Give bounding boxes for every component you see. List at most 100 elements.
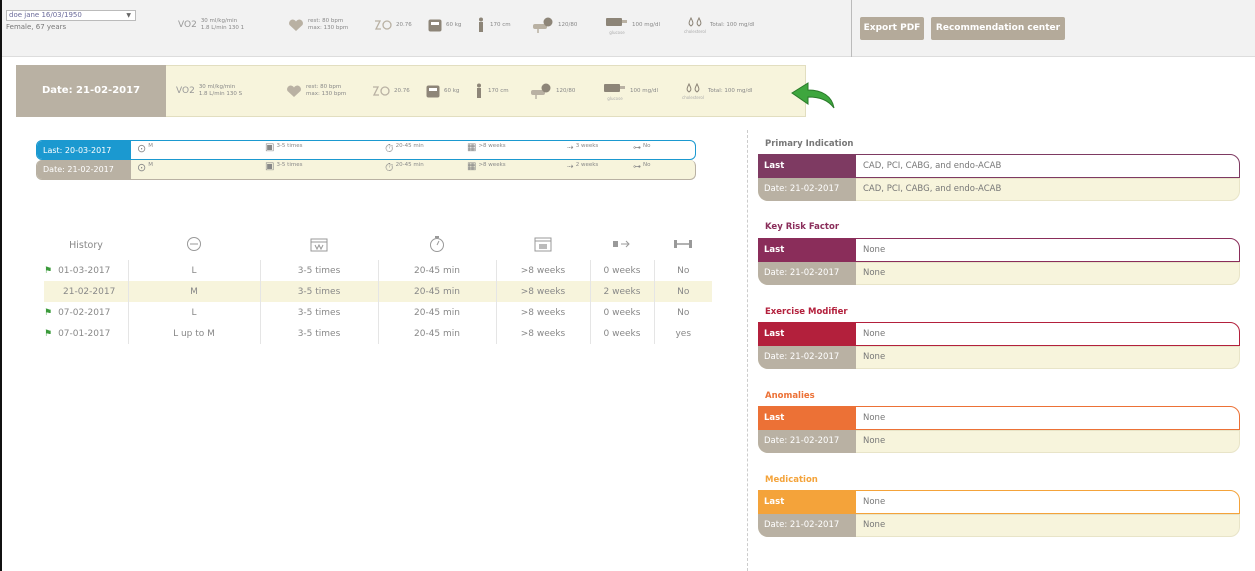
cholesterol-value: Total: 100 mg/dl	[709, 21, 755, 28]
section-date-row: Date: 21-02-2017 CAD, PCI, CABG, and endo…	[758, 178, 1240, 201]
section-date-label: Date: 21-02-2017	[758, 514, 856, 537]
section-date-label: Date: 21-02-2017	[758, 430, 856, 453]
export-pdf-button[interactable]: Export PDF	[860, 17, 924, 40]
recommendation-center-button[interactable]: Recommendation center	[931, 17, 1065, 40]
history-progression: 0 weeks	[589, 260, 654, 281]
section-date-label: Date: 21-02-2017	[758, 346, 856, 369]
section-exercise-modifier[interactable]: Last None Date: 21-02-2017 None	[758, 322, 1240, 369]
compare-program-value: >8 weeks	[478, 143, 506, 149]
section-last-label: Last	[758, 406, 856, 430]
dumbbell-icon	[674, 239, 692, 248]
stopwatch-icon: ⏱	[385, 161, 394, 174]
blood-pressure-icon	[533, 17, 553, 33]
chevron-down-icon: ▼	[126, 12, 131, 19]
frequency-header	[260, 230, 378, 260]
history-date-cell: ⚑ 07-02-2017	[44, 302, 128, 323]
history-progression: 0 weeks	[589, 302, 654, 323]
section-title-exercise-modifier: Exercise Modifier	[765, 307, 848, 317]
history-duration: 20-45 min	[377, 281, 496, 302]
section-last-row: Last None	[758, 490, 1240, 514]
section-last-label: Last	[758, 154, 856, 178]
history-progression: 2 weeks	[589, 281, 654, 302]
progression-icon: ⇢	[567, 143, 574, 152]
intensity-icon: ⊙	[137, 142, 147, 155]
date-bp-value: 120/80	[556, 87, 576, 94]
section-last-value: None	[863, 413, 886, 423]
section-key-risk-factor[interactable]: Last None Date: 21-02-2017 None	[758, 238, 1240, 285]
patient-select[interactable]: doe jane 16/03/1950 ▼	[6, 10, 136, 21]
compare-frequency-value: 3-5 times	[276, 143, 303, 149]
section-date-label: Date: 21-02-2017	[758, 178, 856, 201]
vo2-sub: 1.8 L/min 130 1	[200, 25, 245, 31]
glucose-meter-icon	[604, 83, 625, 92]
calendar-grid-icon: ▦	[467, 142, 477, 153]
section-date-label: Date: 21-02-2017	[758, 262, 856, 285]
compare-intensity-value: M	[148, 162, 153, 168]
cholesterol-label: cholesterol	[684, 28, 706, 34]
history-duration: 20-45 min	[377, 323, 496, 344]
progression-header	[590, 230, 654, 260]
stopwatch-icon: ⏱	[385, 142, 394, 155]
bmi-metric: 20.76	[374, 10, 412, 40]
section-title-key-risk-factor: Key Risk Factor	[765, 222, 840, 232]
table-row[interactable]: ⚑ 07-02-2017 L 3-5 times 20-45 min >8 wee…	[44, 302, 712, 323]
date-metrics-row: VO2 30 ml/kg/min 1.8 L/min 130 S rest: 80…	[176, 76, 796, 106]
compare-row-date[interactable]: Date: 21-02-2017 ⊙ M ▣ 3-5 times ⏱ 20-45 mi…	[36, 160, 696, 180]
history-intensity: L up to M	[127, 323, 260, 344]
section-anomalies[interactable]: Last None Date: 21-02-2017 None	[758, 406, 1240, 453]
history-table: History ⚑ 01-03-2017 L 3-5 times 20-45 mi…	[44, 230, 712, 344]
history-frequency: 3-5 times	[259, 260, 378, 281]
history-frequency: 3-5 times	[259, 281, 378, 302]
selected-date-label: Date: 21-02-2017	[16, 65, 166, 117]
section-last-row: Last CAD, PCI, CABG, and endo-ACAB	[758, 154, 1240, 178]
duration-header	[378, 230, 496, 260]
section-date-value: CAD, PCI, CABG, and endo-ACAB	[863, 184, 1002, 194]
date-vo2-value: 30 ml/kg/min	[198, 84, 236, 90]
blood-pressure-icon	[531, 83, 551, 99]
section-primary-indication[interactable]: Last CAD, PCI, CABG, and endo-ACAB Date: …	[758, 154, 1240, 201]
section-title-anomalies: Anomalies	[765, 391, 815, 401]
bmi-value: 20.76	[396, 21, 412, 28]
compare-row-last[interactable]: Last: 20-03-2017 ⊙ M ▣ 3-5 times ⏱ 20-45 mi…	[36, 140, 696, 160]
section-last-label: Last	[758, 490, 856, 514]
scale-icon	[426, 85, 440, 97]
compare-program-value: >8 weeks	[478, 162, 506, 168]
drops-icon	[688, 16, 702, 27]
compare-last-label: Last: 20-03-2017	[37, 141, 131, 159]
history-program: >8 weeks	[495, 260, 590, 281]
table-row[interactable]: ⚑ 07-01-2017 L up to M 3-5 times 20-45 mi…	[44, 323, 712, 344]
compare-resistance-value: No	[643, 162, 651, 168]
compare-date-label: Date: 21-02-2017	[37, 160, 131, 179]
section-date-value: None	[863, 352, 886, 362]
bmi-icon	[372, 86, 390, 96]
compare-intensity-value: M	[148, 143, 153, 149]
back-arrow-icon[interactable]	[790, 78, 840, 110]
history-progression: 0 weeks	[589, 323, 654, 344]
compare-intensity: ⊙ M	[137, 143, 153, 159]
history-program: >8 weeks	[495, 323, 590, 344]
table-row[interactable]: 21-02-2017 M 3-5 times 20-45 min >8 week…	[44, 281, 712, 302]
history-intensity: L	[127, 260, 260, 281]
date-vo2-sub: 1.8 L/min 130 S	[198, 91, 243, 97]
section-date-row: Date: 21-02-2017 None	[758, 346, 1240, 369]
person-height-icon	[477, 83, 481, 98]
section-date-value: None	[863, 268, 886, 278]
section-date-row: Date: 21-02-2017 None	[758, 514, 1240, 537]
history-date-cell: 21-02-2017	[44, 281, 128, 302]
date-cholesterol-metric: cholesterol Total: 100 mg/dl	[682, 76, 752, 106]
history-date: 21-02-2017	[63, 286, 116, 297]
intensity-icon	[187, 236, 201, 251]
program-header	[496, 230, 590, 260]
history-resistance: No	[653, 281, 712, 302]
section-medication[interactable]: Last None Date: 21-02-2017 None	[758, 490, 1240, 537]
date-vo2-metric: VO2 30 ml/kg/min 1.8 L/min 130 S	[176, 76, 242, 106]
section-last-value: None	[863, 245, 886, 255]
calendar-icon: ▣	[265, 142, 275, 153]
history-date: 07-01-2017	[58, 328, 111, 339]
date-weight-metric: 60 kg	[426, 76, 459, 106]
flag-icon: ⚑	[44, 328, 53, 339]
calendar-icon	[310, 238, 328, 251]
compare-program: ▦ >8 weeks	[467, 143, 506, 159]
table-row[interactable]: ⚑ 01-03-2017 L 3-5 times 20-45 min >8 wee…	[44, 260, 712, 281]
date-heart-rate-metric: rest: 80 bpm max: 130 bpm	[286, 76, 346, 106]
